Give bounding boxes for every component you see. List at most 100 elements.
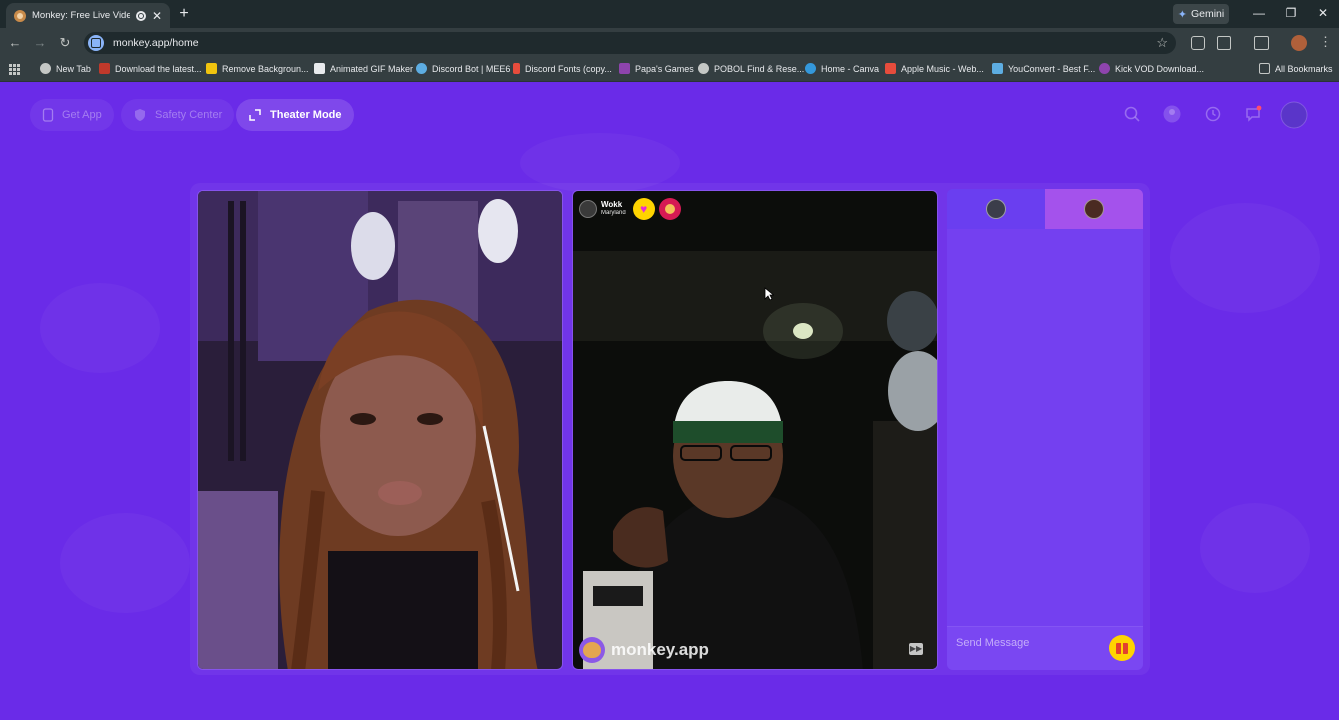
folder-icon — [1259, 63, 1270, 74]
bookmark-label: YouConvert - Best F... — [1008, 63, 1096, 74]
browser-tab-strip: Monkey: Free Live Video Ch ✕ + ✦ Gemini … — [0, 0, 1339, 28]
gift-icon[interactable] — [1109, 635, 1135, 661]
tab-title: Monkey: Free Live Video Ch — [32, 10, 130, 21]
get-app-button[interactable]: Get App — [30, 99, 114, 131]
local-video-feed — [197, 190, 563, 670]
all-bookmarks-label: All Bookmarks — [1275, 63, 1333, 74]
bookmark-label: POBOL Find & Rese... — [714, 63, 805, 74]
reload-icon[interactable]: ↻ — [57, 35, 73, 51]
bookmark-item[interactable]: Animated GIF Maker — [314, 63, 413, 74]
new-tab-button[interactable]: + — [177, 5, 191, 23]
chat-panel: Send Message — [947, 189, 1143, 670]
theater-mode-button[interactable]: Theater Mode — [236, 99, 354, 131]
theater-mode-label: Theater Mode — [270, 109, 342, 121]
bookmark-label: Download the latest... — [115, 63, 202, 74]
message-placeholder: Send Message — [956, 637, 1030, 649]
bookmark-label: Papa's Games — [635, 63, 694, 74]
bookmark-favicon-icon — [513, 63, 520, 74]
bookmark-favicon-icon — [206, 63, 217, 74]
forward-icon[interactable]: → — [32, 35, 48, 51]
safety-center-label: Safety Center — [155, 109, 223, 121]
browser-menu-icon[interactable]: ⋮ — [1319, 34, 1332, 50]
puzzle-extensions-icon[interactable] — [1217, 36, 1231, 50]
get-app-label: Get App — [62, 109, 102, 121]
message-input[interactable]: Send Message — [947, 626, 1143, 670]
remote-user-avatar[interactable] — [579, 200, 597, 218]
tab-close-icon[interactable]: ✕ — [152, 10, 162, 22]
watermark-text: monkey.app — [611, 640, 709, 659]
profile-avatar[interactable] — [1291, 35, 1307, 51]
bookmark-item[interactable]: Discord Bot | MEE6 — [416, 63, 510, 74]
monkey-logo-icon — [579, 637, 605, 663]
remote-camera-image — [573, 191, 937, 669]
bookmark-item[interactable]: YouConvert - Best F... — [992, 63, 1095, 74]
chat-tab-partner[interactable] — [1045, 189, 1143, 229]
address-bar[interactable]: monkey.app/home ☆ — [84, 32, 1176, 54]
all-bookmarks-button[interactable]: All Bookmarks — [1259, 63, 1333, 74]
chat-participant-tabs — [947, 189, 1143, 229]
background-decoration — [1200, 503, 1310, 593]
bookmark-favicon-icon — [99, 63, 110, 74]
bookmark-star-icon[interactable]: ☆ — [1156, 35, 1168, 51]
bookmark-item[interactable]: Home - Canva — [805, 63, 879, 74]
bookmark-label: Discord Fonts (copy... — [525, 63, 612, 74]
browser-tab[interactable]: Monkey: Free Live Video Ch ✕ — [6, 3, 170, 28]
bookmarks-bar: New Tab Download the latest... Remove Ba… — [0, 58, 1339, 82]
background-decoration — [60, 513, 190, 613]
search-icon[interactable] — [1123, 105, 1141, 123]
remote-user-location: Maryland — [601, 210, 626, 216]
bookmark-item[interactable]: Remove Backgroun... — [206, 63, 309, 74]
bookmark-item[interactable]: New Tab — [40, 63, 91, 74]
browser-toolbar: ← → ↻ monkey.app/home ☆ ⋮ — [0, 28, 1339, 58]
bookmark-label: Home - Canva — [821, 63, 880, 74]
bookmark-item[interactable]: Apple Music - Web... — [885, 63, 984, 74]
phone-icon — [42, 108, 54, 122]
local-camera-image — [198, 191, 562, 669]
site-info-icon[interactable] — [88, 35, 104, 51]
chat-tab-self[interactable] — [947, 189, 1045, 229]
bookmark-favicon-icon — [698, 63, 709, 74]
remote-user-info: Wokk Maryland — [601, 201, 626, 217]
history-icon[interactable] — [1204, 105, 1222, 123]
gemini-label: Gemini — [1190, 8, 1225, 20]
monkey-favicon-icon — [14, 9, 26, 22]
bookmark-item[interactable]: Discord Fonts (copy... — [513, 63, 612, 74]
side-panel-icon[interactable] — [1254, 36, 1269, 50]
restore-icon[interactable]: ❐ — [1283, 6, 1299, 20]
bookmark-label: Kick VOD Download... — [1115, 63, 1205, 74]
back-icon[interactable]: ← — [7, 35, 23, 51]
monkey-watermark: monkey.app — [579, 637, 709, 663]
safety-center-button[interactable]: Safety Center — [121, 99, 235, 131]
skip-next-icon[interactable]: ▶▶ — [909, 643, 923, 655]
bookmark-favicon-icon — [1099, 63, 1110, 74]
expand-icon — [249, 109, 261, 121]
window-close-icon[interactable]: ✕ — [1315, 6, 1331, 20]
app-top-bar: Get App Safety Center Theater Mode — [0, 83, 1339, 147]
gemini-button[interactable]: ✦ Gemini — [1173, 4, 1229, 24]
bookmark-label: New Tab — [56, 63, 91, 74]
monkey-app-page: Get App Safety Center Theater Mode Wokk … — [0, 83, 1339, 720]
bookmark-item[interactable]: Papa's Games — [619, 63, 694, 74]
bookmark-favicon-icon — [40, 63, 51, 74]
profile-avatar-icon[interactable] — [1280, 101, 1308, 129]
url-text: monkey.app/home — [113, 37, 199, 49]
bookmark-item[interactable]: POBOL Find & Rese... — [698, 63, 804, 74]
bookmark-item[interactable]: Download the latest... — [99, 63, 202, 74]
heart-badge-icon[interactable]: ♥ — [632, 198, 655, 220]
bookmark-label: Animated GIF Maker — [330, 63, 414, 74]
mouse-cursor-icon — [764, 287, 774, 301]
partner-avatar — [1084, 199, 1104, 219]
messages-icon[interactable] — [1244, 105, 1262, 123]
shield-icon — [135, 109, 145, 121]
bookmark-favicon-icon — [992, 63, 1003, 74]
remote-user-badge: Wokk Maryland ♥ — [579, 197, 681, 221]
extension-icon[interactable] — [1191, 36, 1205, 50]
mascot-badge-icon[interactable] — [658, 198, 681, 220]
minimize-icon[interactable]: — — [1251, 6, 1267, 20]
bookmark-item[interactable]: Kick VOD Download... — [1099, 63, 1204, 74]
apps-grid-icon[interactable] — [9, 64, 20, 75]
background-decoration — [40, 283, 160, 373]
friends-avatar-icon[interactable] — [1163, 105, 1181, 123]
recording-indicator-icon — [135, 10, 146, 21]
remote-video-feed: Wokk Maryland ♥ monkey.app ▶▶ — [572, 190, 938, 670]
